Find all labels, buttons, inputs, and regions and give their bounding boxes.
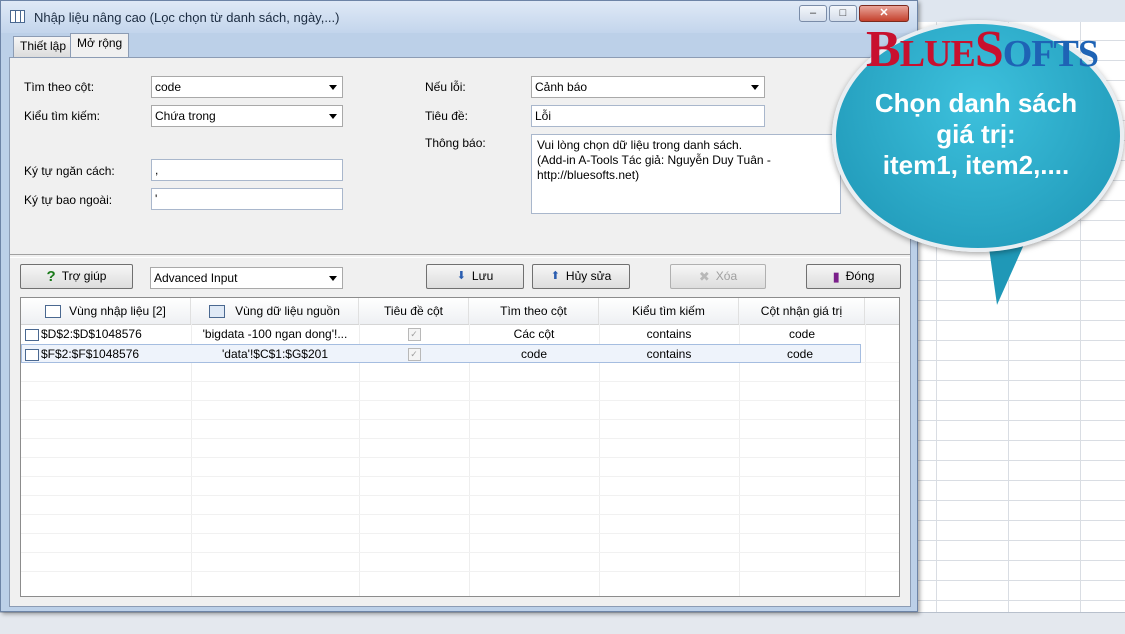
help-button[interactable]: ? Trợ giúp [20,264,133,289]
grid-line [21,495,899,496]
mode-select[interactable]: Advanced Input [150,267,343,289]
search-type-label: Kiểu tìm kiếm: [24,109,101,123]
row-source-cell: 'bigdata -100 ngan dong'!... [202,327,348,341]
search-col-label: Tìm theo cột: [24,80,95,94]
callout-line-1: Chọn danh sách [874,88,1078,118]
chevron-down-icon [329,114,337,119]
chevron-down-icon [751,85,759,90]
grid-line [21,457,899,458]
grid-line [359,324,360,596]
grid-line [21,438,899,439]
search-col-select[interactable]: code [151,76,343,98]
message-label: Thông báo: [425,136,486,150]
table-row-selected[interactable]: $F$2:$F$1048576 'data'!$C$1:$G$201 ✓ cod… [21,344,861,363]
delete-x-icon: ✖ [698,269,710,285]
row-range-cell: $F$2:$F$1048576 [25,345,189,364]
bluesofts-logo: BLUESOFTS [866,21,1099,78]
on-error-label: Nếu lỗi: [425,80,466,94]
grid-line [21,400,899,401]
header-source-range[interactable]: Vùng dữ liệu nguồn [191,298,359,324]
table-icon [10,10,25,23]
callout-text: Chọn danh sách giá trị: item1, item2,...… [845,88,1107,181]
grid-line [865,324,866,596]
grid-line [21,476,899,477]
tab-setup[interactable]: Thiết lập [13,36,74,57]
grid-line [21,552,899,553]
on-error-select[interactable]: Cảnh báo [531,76,765,98]
row-range-cell: $D$2:$D$1048576 [25,325,189,344]
row-header-checkbox[interactable]: ✓ [359,345,469,364]
header-input-range[interactable]: Vùng nhập liệu [2] [21,298,191,324]
grid-line [599,324,600,596]
on-error-value: Cảnh báo [535,80,588,94]
spreadsheet-sheet-tabs [0,612,1125,634]
arrow-up-icon: ⬆ [550,270,560,283]
row-value-col-cell: code [786,347,814,361]
tab-panel: Tìm theo cột: code Kiểu tìm kiếm: Chứa t… [9,57,911,607]
search-type-select[interactable]: Chứa trong [151,105,343,127]
search-type-value: Chứa trong [155,109,216,123]
grid-line [21,514,899,515]
separator-input[interactable]: , [151,159,343,181]
table-row[interactable]: $D$2:$D$1048576 'bigdata -100 ngan dong'… [21,325,861,344]
question-icon: ? [46,268,56,286]
title-bar[interactable]: Nhập liệu nâng cao (Lọc chọn từ danh sác… [1,1,917,33]
door-exit-icon: ▮ [832,269,840,285]
enclose-label: Ký tự bao ngoài: [24,193,113,207]
row-value-col-cell: code [788,327,816,341]
cancel-edit-button[interactable]: ⬆ Hủy sửa [532,264,630,289]
row-search-type-cell: contains [646,347,692,361]
row-search-col-cell: Các cột [513,327,555,341]
row-search-type-cell: contains [646,327,692,341]
chevron-down-icon [329,276,337,281]
arrow-down-icon: ⬇ [456,270,466,283]
callout-line-3: item1, item2,.... [882,150,1070,180]
edit-icon [25,348,39,361]
close-button[interactable]: ▮ Đóng [806,264,901,289]
grid-line [469,324,470,596]
tab-extended[interactable]: Mở rộng [70,33,130,57]
grid-header: Vùng nhập liệu [2] Vùng dữ liệu nguồn Ti… [21,298,899,325]
header-search-col[interactable]: Tìm theo cột [469,298,599,324]
row-header-checkbox[interactable]: ✓ [359,325,469,344]
advanced-input-dialog: Nhập liệu nâng cao (Lọc chọn từ danh sác… [0,0,918,612]
grid-line [191,324,192,596]
header-column-title[interactable]: Tiêu đề cột [359,298,469,324]
grid-line [739,324,740,596]
error-title-input[interactable]: Lỗi [531,105,765,127]
chevron-down-icon [329,85,337,90]
delete-button[interactable]: ✖ Xóa [670,264,766,289]
callout-line-2: giá trị: [936,119,1016,149]
search-col-value: code [155,80,182,94]
table-icon [45,305,62,319]
divider [10,254,910,258]
row-search-col-cell: code [520,347,548,361]
settings-grid[interactable]: Vùng nhập liệu [2] Vùng dữ liệu nguồn Ti… [20,297,900,597]
data-source-icon [209,305,226,319]
message-textarea[interactable]: Vui lòng chọn dữ liệu trong danh sách. (… [531,134,841,214]
header-value-col[interactable]: Cột nhận giá trị [739,298,865,324]
minimize-button[interactable]: – [799,5,827,22]
edit-icon [25,328,39,341]
separator-label: Ký tự ngăn cách: [24,164,115,178]
grid-line [21,571,899,572]
enclose-input[interactable]: ' [151,188,343,210]
mode-value: Advanced Input [154,271,238,285]
save-button[interactable]: ⬇ Lưu [426,264,524,289]
header-search-type[interactable]: Kiểu tìm kiếm [599,298,739,324]
grid-line [21,381,899,382]
error-title-label: Tiêu đề: [425,109,468,123]
grid-line [21,533,899,534]
grid-line [21,419,899,420]
window-title: Nhập liệu nâng cao (Lọc chọn từ danh sác… [34,10,340,25]
row-source-cell: 'data'!$C$1:$G$201 [222,347,328,361]
maximize-button[interactable]: □ [829,5,857,22]
